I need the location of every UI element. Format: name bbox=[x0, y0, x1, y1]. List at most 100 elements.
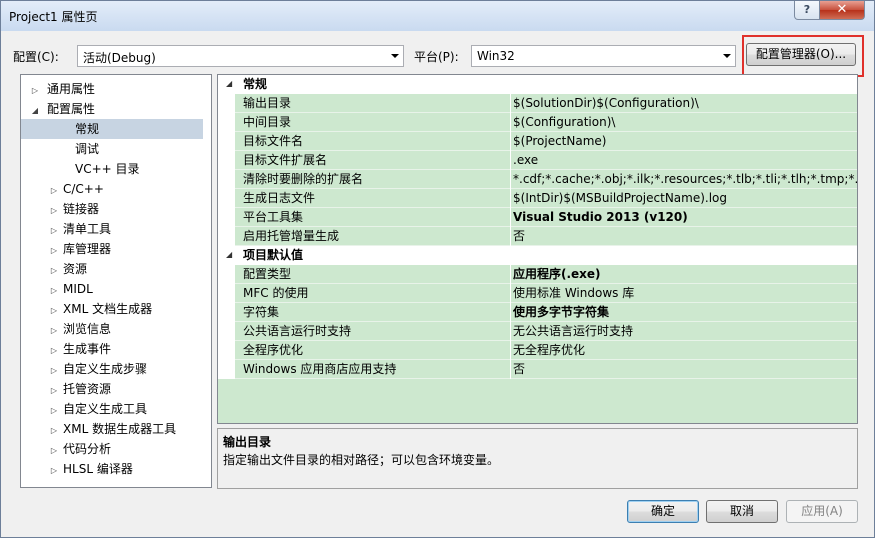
tree-item[interactable]: ▷ HLSL 编译器 bbox=[21, 459, 133, 479]
tree-item[interactable]: ▷ 库管理器 bbox=[21, 239, 111, 259]
expand-icon[interactable]: ▷ bbox=[48, 281, 60, 301]
grid-property-row[interactable]: 字符集 使用多字节字符集 bbox=[218, 303, 857, 322]
property-value[interactable]: $(SolutionDir)$(Configuration)\ bbox=[513, 94, 857, 112]
category-tree[interactable]: ▷ 通用属性 ◢ 配置属性 常规 调试 VC++ 目录 ▷ C/C++ ▷ 链接器 ▷ 清单工具 ▷ 库管理… bbox=[20, 74, 212, 488]
config-manager-button[interactable]: 配置管理器(O)... bbox=[746, 43, 856, 66]
tree-item-label: HLSL 编译器 bbox=[63, 462, 133, 476]
property-value[interactable]: $(ProjectName) bbox=[513, 132, 857, 150]
expand-icon[interactable]: ▷ bbox=[48, 261, 60, 281]
expand-icon[interactable]: ▷ bbox=[48, 221, 60, 241]
expand-icon[interactable]: ▷ bbox=[48, 421, 60, 441]
tree-item[interactable]: ▷ 托管资源 bbox=[21, 379, 111, 399]
expand-icon[interactable]: ▷ bbox=[48, 401, 60, 421]
property-value[interactable]: 无全程序优化 bbox=[513, 341, 857, 359]
property-name: 目标文件扩展名 bbox=[243, 153, 328, 167]
grid-property-row[interactable]: 平台工具集 Visual Studio 2013 (v120) bbox=[218, 208, 857, 227]
close-button[interactable]: ✕ bbox=[819, 1, 865, 20]
grid-category-row[interactable]: ◢ 常规 bbox=[218, 75, 857, 94]
property-name: 字符集 bbox=[243, 305, 280, 319]
tree-item[interactable]: ▷ 代码分析 bbox=[21, 439, 111, 459]
property-value[interactable]: *.cdf;*.cache;*.obj;*.ilk;*.resources;*.… bbox=[513, 170, 857, 188]
grid-property-row[interactable]: 全程序优化 无全程序优化 bbox=[218, 341, 857, 360]
expand-icon[interactable]: ▷ bbox=[48, 441, 60, 461]
tree-item[interactable]: ▷ 清单工具 bbox=[21, 219, 111, 239]
grid-property-row[interactable]: 生成日志文件 $(IntDir)$(MSBuildProjectName).log bbox=[218, 189, 857, 208]
tree-item[interactable]: ▷ 自定义生成工具 bbox=[21, 399, 147, 419]
grid-property-row[interactable]: Windows 应用商店应用支持 否 bbox=[218, 360, 857, 379]
grid-row-gutter bbox=[218, 284, 235, 303]
tree-item[interactable]: ▷ 通用属性 bbox=[21, 79, 95, 99]
grid-property-row[interactable]: 启用托管增量生成 否 bbox=[218, 227, 857, 246]
ok-button[interactable]: 确定 bbox=[627, 500, 699, 523]
description-panel: 输出目录 指定输出文件目录的相对路径；可以包含环境变量。 bbox=[217, 428, 858, 489]
property-value[interactable]: 否 bbox=[513, 360, 857, 378]
property-grid[interactable]: ◢ 常规输出目录 $(SolutionDir)$(Configuration)\ 中间… bbox=[217, 74, 858, 424]
expand-icon[interactable]: ▷ bbox=[48, 301, 60, 321]
property-name: Windows 应用商店应用支持 bbox=[243, 362, 397, 376]
tree-item-label: XML 文档生成器 bbox=[63, 302, 153, 316]
grid-property-row[interactable]: 配置类型 应用程序(.exe) bbox=[218, 265, 857, 284]
expand-icon[interactable]: ▷ bbox=[48, 181, 60, 201]
title-bar[interactable]: Project1 属性页 ? ✕ bbox=[1, 1, 874, 31]
tree-item[interactable]: ▷ 生成事件 bbox=[21, 339, 111, 359]
property-value[interactable]: 应用程序(.exe) bbox=[513, 265, 857, 283]
expand-icon[interactable]: ▷ bbox=[48, 241, 60, 261]
expand-icon[interactable]: ▷ bbox=[29, 81, 41, 101]
tree-item[interactable]: 调试 bbox=[21, 139, 99, 159]
expand-icon[interactable]: ▷ bbox=[48, 201, 60, 221]
column-separator bbox=[510, 227, 511, 246]
expand-icon[interactable]: ▷ bbox=[48, 461, 60, 481]
grid-property-row[interactable]: 公共语言运行时支持 无公共语言运行时支持 bbox=[218, 322, 857, 341]
grid-property-row[interactable]: MFC 的使用 使用标准 Windows 库 bbox=[218, 284, 857, 303]
grid-property-row[interactable]: 清除时要删除的扩展名 *.cdf;*.cache;*.obj;*.ilk;*.re… bbox=[218, 170, 857, 189]
tree-item[interactable]: ◢ 配置属性 bbox=[21, 99, 95, 119]
tree-item[interactable]: ▷ MIDL bbox=[21, 279, 93, 299]
grid-category-name: 常规 bbox=[243, 77, 268, 91]
tree-item[interactable]: ▷ 自定义生成步骤 bbox=[21, 359, 147, 379]
grid-category-row[interactable]: ◢ 项目默认值 bbox=[218, 246, 857, 265]
tree-item[interactable]: ▷ 浏览信息 bbox=[21, 319, 111, 339]
tree-item[interactable]: 常规 bbox=[21, 119, 203, 139]
tree-item[interactable]: ▷ XML 文档生成器 bbox=[21, 299, 152, 319]
tree-item[interactable]: ▷ 资源 bbox=[21, 259, 87, 279]
grid-row-gutter bbox=[218, 132, 235, 151]
property-value[interactable]: 使用多字节字符集 bbox=[513, 303, 857, 321]
apply-button[interactable]: 应用(A) bbox=[786, 500, 858, 523]
property-name: 生成日志文件 bbox=[243, 191, 316, 205]
column-separator bbox=[510, 360, 511, 379]
tree-item-label: 资源 bbox=[63, 262, 88, 276]
tree-item[interactable]: VC++ 目录 bbox=[21, 159, 140, 179]
platform-combo[interactable]: Win32 bbox=[471, 45, 736, 67]
collapse-icon[interactable]: ◢ bbox=[226, 246, 232, 264]
property-name: 配置类型 bbox=[243, 267, 292, 281]
tree-item-label: 链接器 bbox=[63, 202, 100, 216]
cancel-button[interactable]: 取消 bbox=[706, 500, 778, 523]
grid-property-row[interactable]: 中间目录 $(Configuration)\ bbox=[218, 113, 857, 132]
tree-item-label: 常规 bbox=[75, 122, 100, 136]
property-value[interactable]: Visual Studio 2013 (v120) bbox=[513, 208, 857, 226]
tree-item[interactable]: ▷ XML 数据生成器工具 bbox=[21, 419, 176, 439]
grid-property-row[interactable]: 目标文件扩展名 .exe bbox=[218, 151, 857, 170]
property-value[interactable]: .exe bbox=[513, 151, 857, 169]
tree-item[interactable]: ▷ 链接器 bbox=[21, 199, 99, 219]
property-value[interactable]: 使用标准 Windows 库 bbox=[513, 284, 857, 302]
collapse-icon[interactable]: ◢ bbox=[29, 101, 41, 121]
grid-property-row[interactable]: 目标文件名 $(ProjectName) bbox=[218, 132, 857, 151]
column-separator bbox=[510, 170, 511, 189]
property-name: 平台工具集 bbox=[243, 210, 304, 224]
property-value[interactable]: $(IntDir)$(MSBuildProjectName).log bbox=[513, 189, 857, 207]
grid-property-row[interactable]: 输出目录 $(SolutionDir)$(Configuration)\ bbox=[218, 94, 857, 113]
help-button[interactable]: ? bbox=[794, 1, 820, 20]
expand-icon[interactable]: ▷ bbox=[48, 341, 60, 361]
property-value[interactable]: $(Configuration)\ bbox=[513, 113, 857, 131]
collapse-icon[interactable]: ◢ bbox=[226, 75, 232, 93]
config-combo[interactable]: 活动(Debug) bbox=[77, 45, 404, 67]
column-separator bbox=[510, 303, 511, 322]
property-value[interactable]: 无公共语言运行时支持 bbox=[513, 322, 857, 340]
window-title: Project1 属性页 bbox=[9, 10, 98, 24]
property-value[interactable]: 否 bbox=[513, 227, 857, 245]
tree-item[interactable]: ▷ C/C++ bbox=[21, 179, 104, 199]
expand-icon[interactable]: ▷ bbox=[48, 381, 60, 401]
expand-icon[interactable]: ▷ bbox=[48, 361, 60, 381]
expand-icon[interactable]: ▷ bbox=[48, 321, 60, 341]
